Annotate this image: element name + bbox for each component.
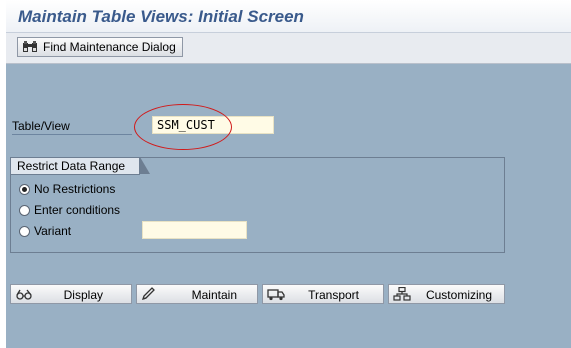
customizing-label: Customizing <box>425 288 492 302</box>
variant-input[interactable] <box>142 221 247 239</box>
display-label: Display <box>63 288 103 302</box>
radio-label: Variant <box>34 224 72 238</box>
restrict-data-range-group: Restrict Data Range No Restrictions Ente… <box>10 157 505 253</box>
radio-button-icon[interactable] <box>19 183 30 195</box>
radio-label: Enter conditions <box>34 203 121 217</box>
customizing-button[interactable]: Customizing <box>388 284 505 304</box>
transport-button[interactable]: Transport <box>262 284 384 304</box>
pencil-icon <box>141 287 157 304</box>
sap-window: Maintain Table Views: Initial Screen Fin… <box>0 0 571 348</box>
radio-button-icon[interactable] <box>19 225 30 237</box>
radio-button-icon[interactable] <box>19 204 30 216</box>
radio-variant[interactable]: Variant <box>19 224 71 238</box>
find-maintenance-dialog-label: Find Maintenance Dialog <box>43 40 176 54</box>
title-bar: Maintain Table Views: Initial Screen <box>6 0 571 33</box>
highlight-circle <box>134 104 232 150</box>
maintain-label: Maintain <box>191 288 237 302</box>
binoculars-icon <box>22 40 38 54</box>
truck-icon <box>267 287 285 304</box>
transport-label: Transport <box>308 288 359 302</box>
table-view-label: Table/View <box>12 119 132 135</box>
work-area: Table/View SSM_CUST Restrict Data Range … <box>6 64 571 348</box>
find-maintenance-dialog-button[interactable]: Find Maintenance Dialog <box>17 37 183 57</box>
radio-enter-conditions[interactable]: Enter conditions <box>19 203 120 217</box>
radio-label: No Restrictions <box>34 182 116 196</box>
group-title: Restrict Data Range <box>10 157 150 175</box>
page-title: Maintain Table Views: Initial Screen <box>18 7 304 26</box>
application-toolbar: Find Maintenance Dialog <box>6 33 571 64</box>
maintain-button[interactable]: Maintain <box>136 284 258 304</box>
hierarchy-icon <box>393 286 411 304</box>
radio-no-restrictions[interactable]: No Restrictions <box>19 182 115 196</box>
display-button[interactable]: Display <box>10 284 132 304</box>
glasses-icon <box>15 287 33 304</box>
